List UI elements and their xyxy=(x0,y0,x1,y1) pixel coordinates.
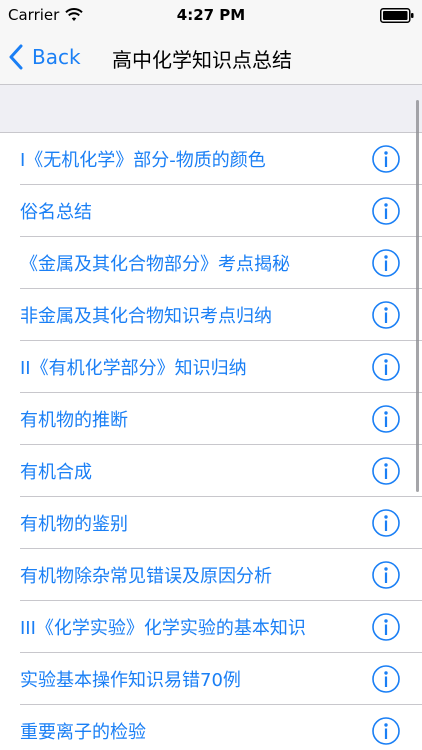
list-item-9[interactable]: 有机物除杂常见错误及原因分析 xyxy=(0,549,422,601)
list-item-4[interactable]: 非金属及其化合物知识考点归纳 xyxy=(0,289,422,341)
list-item-label: 《金属及其化合物部分》考点揭秘 xyxy=(20,254,290,275)
list-item-3[interactable]: 《金属及其化合物部分》考点揭秘 xyxy=(0,237,422,289)
info-icon xyxy=(372,405,400,433)
list-item-8[interactable]: 有机物的鉴别 xyxy=(0,497,422,549)
status-time: 4:27 PM xyxy=(176,6,246,24)
list-item-label: I《无机化学》部分-物质的颜色 xyxy=(20,150,266,171)
list-item-6[interactable]: 有机物的推断 xyxy=(0,393,422,445)
battery-icon xyxy=(380,8,414,23)
info-button[interactable] xyxy=(371,248,401,278)
list-item-label: 有机物的推断 xyxy=(20,410,128,431)
list-item-5[interactable]: II《有机化学部分》知识归纳 xyxy=(0,341,422,393)
info-icon xyxy=(372,249,400,277)
info-icon xyxy=(372,717,400,745)
info-icon xyxy=(372,301,400,329)
section-header xyxy=(0,85,422,133)
list-item-label: III《化学实验》化学实验的基本知识 xyxy=(20,618,306,639)
info-button[interactable] xyxy=(371,508,401,538)
list-item-label: 有机合成 xyxy=(20,462,92,483)
info-button[interactable] xyxy=(371,196,401,226)
info-button[interactable] xyxy=(371,404,401,434)
info-button[interactable] xyxy=(371,612,401,642)
list-item-7[interactable]: 有机合成 xyxy=(0,445,422,497)
list-item-label: 有机物除杂常见错误及原因分析 xyxy=(20,566,272,587)
list-item-10[interactable]: III《化学实验》化学实验的基本知识 xyxy=(0,601,422,653)
list-item-label: 重要离子的检验 xyxy=(20,722,146,743)
info-button[interactable] xyxy=(371,144,401,174)
info-button[interactable] xyxy=(371,352,401,382)
list-item-11[interactable]: 实验基本操作知识易错70例 xyxy=(0,653,422,705)
info-icon xyxy=(372,353,400,381)
info-icon xyxy=(372,561,400,589)
list-item-12[interactable]: 重要离子的检验 xyxy=(0,705,422,750)
info-button[interactable] xyxy=(371,300,401,330)
list-item-label: 实验基本操作知识易错70例 xyxy=(20,670,241,691)
info-icon xyxy=(372,509,400,537)
info-icon xyxy=(372,665,400,693)
info-button[interactable] xyxy=(371,456,401,486)
info-icon xyxy=(372,613,400,641)
topic-list: I《无机化学》部分-物质的颜色 俗名总结 《金属及其化合物部分》考点揭秘 非金属… xyxy=(0,133,422,750)
list-item-label: 有机物的鉴别 xyxy=(20,514,128,535)
scrollbar[interactable] xyxy=(416,100,419,492)
list-item-2[interactable]: 俗名总结 xyxy=(0,185,422,237)
list-item-label: 俗名总结 xyxy=(20,202,92,223)
info-icon xyxy=(372,457,400,485)
list-item-label: 非金属及其化合物知识考点归纳 xyxy=(20,306,272,327)
back-label: Back xyxy=(32,45,81,69)
list-item-label: II《有机化学部分》知识归纳 xyxy=(20,358,247,379)
status-bar: Carrier 4:27 PM xyxy=(0,0,422,30)
info-icon xyxy=(372,145,400,173)
list-item-1[interactable]: I《无机化学》部分-物质的颜色 xyxy=(0,133,422,185)
info-icon xyxy=(372,197,400,225)
back-button[interactable]: Back xyxy=(8,38,81,76)
info-button[interactable] xyxy=(371,560,401,590)
navigation-bar: Back 高中化学知识点总结 xyxy=(0,30,422,85)
info-button[interactable] xyxy=(371,664,401,694)
page-title: 高中化学知识点总结 xyxy=(112,48,292,72)
info-button[interactable] xyxy=(371,716,401,746)
chevron-left-icon xyxy=(9,44,23,70)
